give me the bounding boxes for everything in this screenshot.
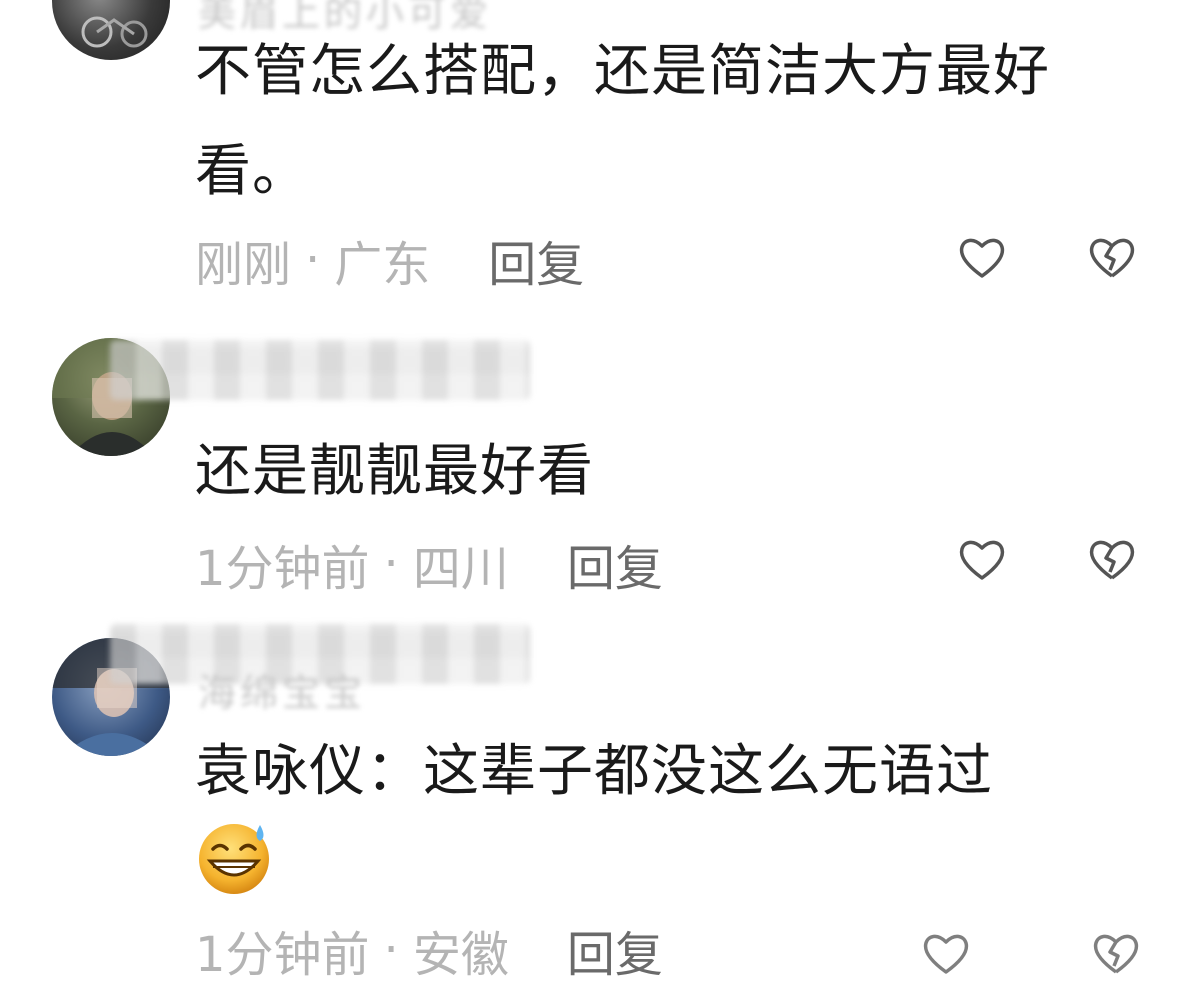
heart-outline-icon[interactable] (956, 534, 1008, 586)
reply-button[interactable]: 回复 (567, 915, 663, 985)
heart-outline-icon[interactable] (956, 232, 1008, 284)
comment-item: 海绵宝宝 袁咏仪：这辈子都没这么无语过 1分钟前 · 安徽 回复 (0, 610, 1200, 989)
username-redacted (110, 340, 530, 400)
comment-text: 袁咏仪：这辈子都没这么无语过 (195, 739, 993, 804)
grinning-sweat-emoji (199, 824, 269, 894)
reply-button[interactable]: 回复 (488, 225, 584, 295)
comment-location: 广东 (334, 237, 431, 293)
broken-heart-icon[interactable] (1090, 928, 1142, 980)
comment-item: 美眉上的小可爱 不管怎么搭配，还是简洁大方最好看。 刚刚 · 广东 回复 (0, 0, 1200, 310)
comment-time: 刚刚 (195, 237, 292, 293)
meta-separator: · (383, 922, 399, 978)
comment-text: 不管怎么搭配，还是简洁大方最好看。 (195, 39, 1050, 204)
comment-text: 还是靓靓最好看 (195, 439, 594, 504)
avatar[interactable] (52, 0, 170, 60)
comment-location: 四川 (412, 541, 509, 597)
comment-time: 1分钟前 (195, 927, 370, 983)
broken-heart-icon[interactable] (1086, 534, 1138, 586)
meta-separator: · (383, 536, 399, 592)
reply-button[interactable]: 回复 (567, 529, 663, 599)
avatar-image (81, 16, 148, 48)
comment-location: 安徽 (412, 927, 509, 983)
comment-time: 1分钟前 (195, 541, 370, 597)
meta-separator: · (305, 232, 321, 288)
broken-heart-icon[interactable] (1086, 232, 1138, 284)
comment-meta: 1分钟前 · 安徽 回复 (195, 920, 1145, 983)
heart-outline-icon[interactable] (920, 928, 972, 980)
username[interactable]: 海绵宝宝 (198, 662, 366, 717)
comment-item: 还是靓靓最好看 1分钟前 · 四川 回复 (0, 310, 1200, 610)
